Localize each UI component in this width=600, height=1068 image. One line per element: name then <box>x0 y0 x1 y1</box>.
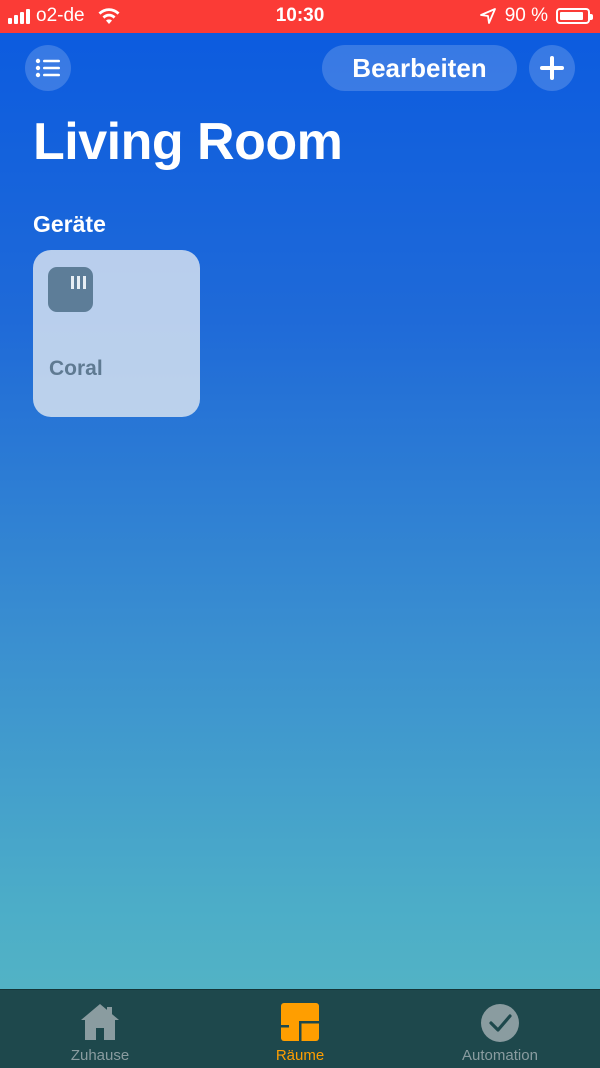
device-name: Coral <box>49 357 103 380</box>
status-right: 90 % <box>479 5 593 27</box>
tab-automation[interactable]: Automation <box>400 990 600 1068</box>
page-title: Living Room <box>33 113 343 171</box>
tab-bar: Zuhause Räume Automation <box>0 989 600 1068</box>
list-icon <box>35 58 60 78</box>
home-icon <box>81 1004 119 1040</box>
section-label: Geräte <box>33 211 106 237</box>
tab-automation-label: Automation <box>462 1047 538 1064</box>
device-icon <box>48 267 93 312</box>
edit-button[interactable]: Bearbeiten <box>322 45 517 91</box>
device-tile[interactable]: Coral <box>33 250 200 417</box>
add-button[interactable] <box>529 45 575 91</box>
menu-button[interactable] <box>25 45 71 91</box>
plus-icon <box>540 56 564 80</box>
tab-rooms[interactable]: Räume <box>200 990 400 1068</box>
battery-fill <box>560 12 583 20</box>
location-icon <box>479 8 496 24</box>
status-bar: o2-de 10:30 90 % <box>0 0 600 33</box>
tab-rooms-label: Räume <box>275 1047 325 1064</box>
battery-percent: 90 % <box>504 5 548 26</box>
tab-home[interactable]: Zuhause <box>0 990 200 1068</box>
tab-home-label: Zuhause <box>70 1047 130 1064</box>
battery-icon <box>556 8 593 24</box>
checkmark-clock-icon <box>481 1004 519 1042</box>
rooms-icon <box>281 1003 319 1041</box>
